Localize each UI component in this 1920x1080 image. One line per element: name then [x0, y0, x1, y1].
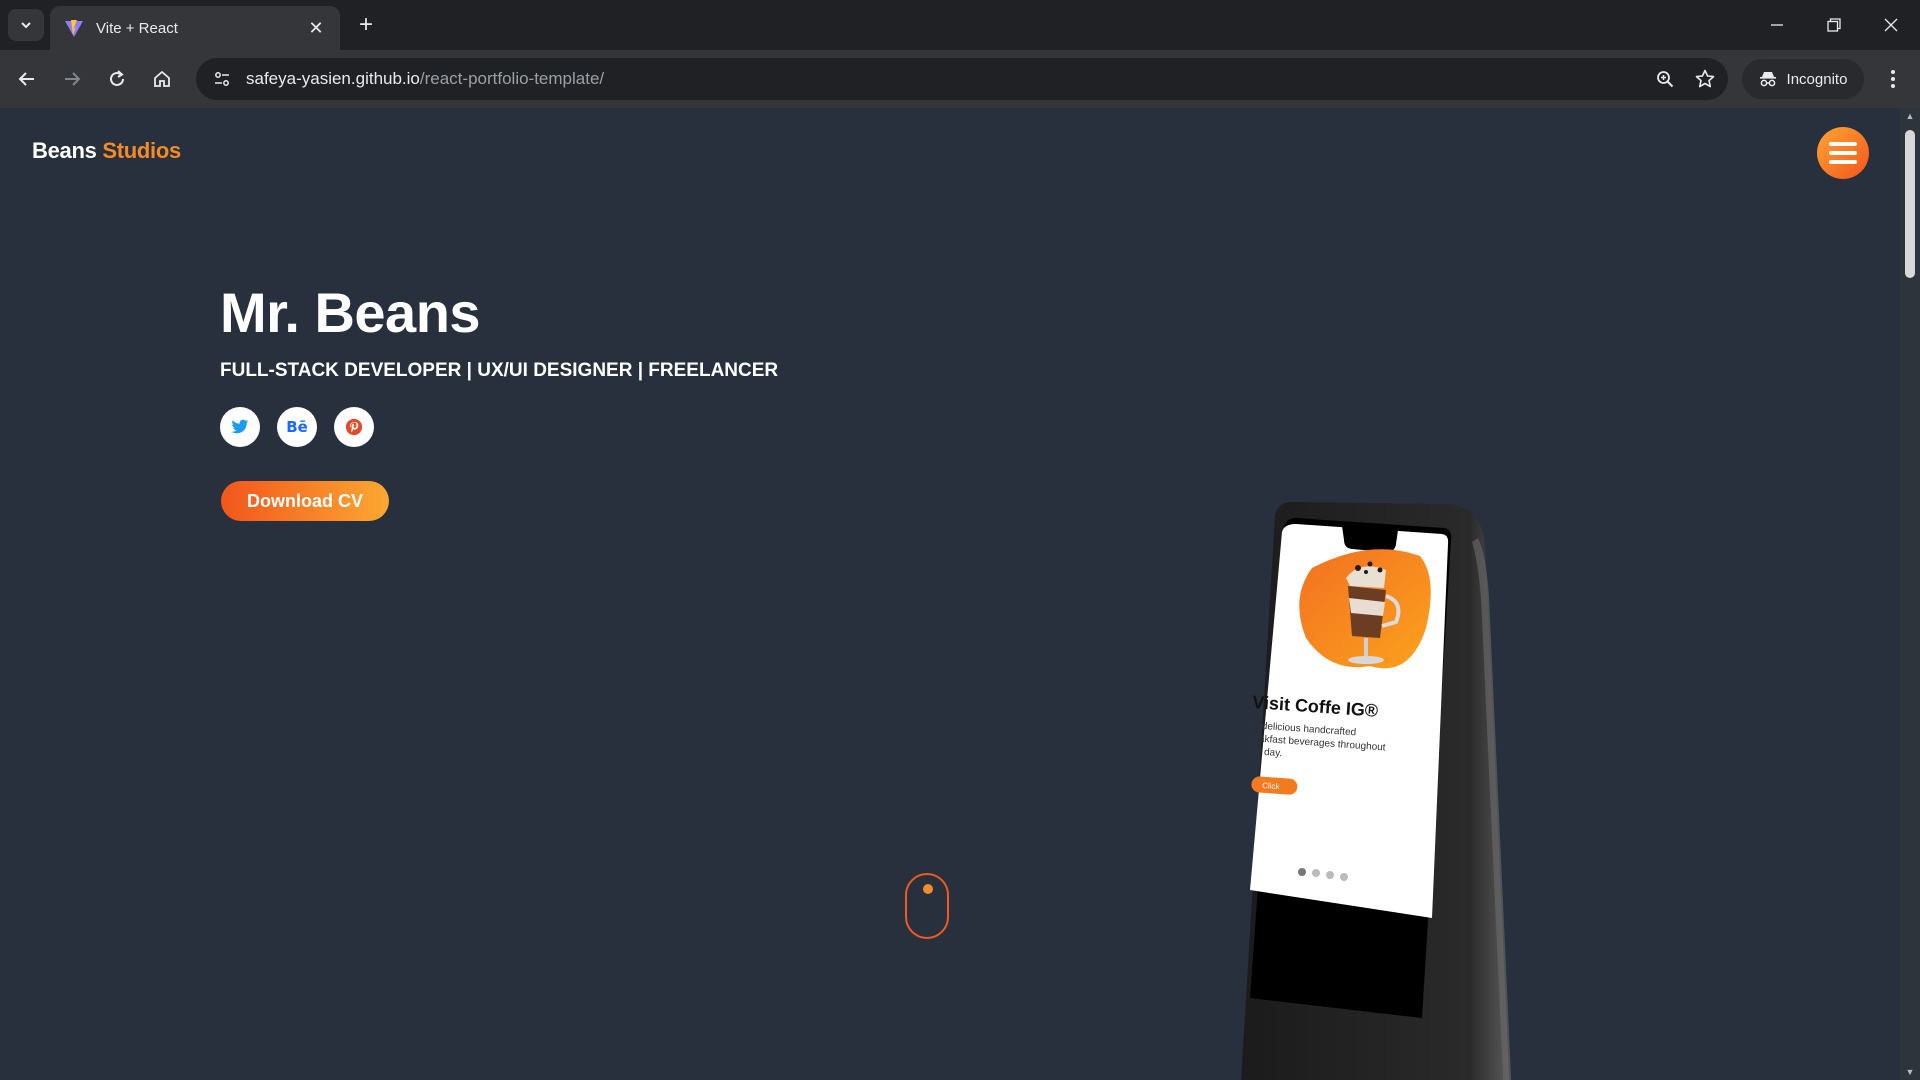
hero-name: Mr. Beans: [220, 281, 481, 344]
twitter-icon: [231, 419, 249, 434]
behance-link[interactable]: Bē: [277, 407, 317, 447]
close-icon[interactable]: ✕: [306, 18, 326, 39]
plus-icon[interactable]: +: [352, 11, 380, 39]
download-cv-button[interactable]: Download CV: [221, 481, 389, 521]
portfolio-page: Beans Studios Mr. Beans FULL-STACK DEVEL…: [0, 108, 1900, 1080]
url-text: safeya-yasien.github.io/react-portfolio-…: [246, 69, 1648, 89]
home-button[interactable]: [145, 62, 179, 96]
bookmark-star-icon[interactable]: [1688, 62, 1722, 96]
social-links: Bē: [220, 407, 374, 447]
browser-toolbar: safeya-yasien.github.io/react-portfolio-…: [0, 50, 1920, 108]
page-scrollbar[interactable]: ▲ ▼: [1900, 108, 1920, 1080]
brand-main: Beans: [32, 138, 97, 163]
scroll-up-icon[interactable]: ▲: [1904, 110, 1916, 122]
phone-mockup: Visit Coffe IG® or delicious handcrafted…: [1220, 498, 1520, 1080]
back-button[interactable]: [10, 62, 44, 96]
scrollbar-thumb[interactable]: [1905, 130, 1915, 278]
hamburger-icon[interactable]: [1817, 127, 1869, 179]
phone-button-text: Click: [1262, 781, 1281, 791]
zoom-icon[interactable]: [1648, 62, 1682, 96]
url-host: safeya-yasien.github.io: [246, 69, 420, 88]
brand-logo[interactable]: Beans Studios: [32, 138, 181, 164]
reload-icon: [110, 70, 124, 86]
scroll-mouse-icon[interactable]: [905, 873, 949, 939]
forward-button[interactable]: [55, 62, 89, 96]
back-icon: [18, 72, 34, 86]
incognito-icon: [1759, 72, 1776, 87]
tab-search-button[interactable]: [8, 9, 44, 41]
pinterest-link[interactable]: [334, 407, 374, 447]
hero-subtitle: FULL-STACK DEVELOPER | UX/UI DESIGNER | …: [220, 360, 779, 381]
pinterest-icon: [345, 418, 363, 436]
phone-illustration: Visit Coffe IG® or delicious handcrafted…: [1241, 502, 1512, 1080]
incognito-profile-button[interactable]: Incognito: [1742, 59, 1864, 99]
tab-title: Vite + React: [96, 19, 178, 37]
more-vert-icon[interactable]: [1878, 62, 1908, 96]
site-info-icon[interactable]: [204, 63, 240, 95]
behance-icon: Bē: [286, 418, 308, 436]
browser-tab-bar: Vite + React ✕ +: [0, 0, 1920, 50]
vite-favicon-icon: [65, 20, 83, 37]
address-bar[interactable]: safeya-yasien.github.io/react-portfolio-…: [196, 58, 1728, 100]
phone-body-line-3: he day.: [1250, 746, 1283, 759]
active-tab[interactable]: Vite + React ✕: [50, 6, 340, 50]
home-icon: [154, 70, 170, 87]
minimize-icon[interactable]: [1748, 0, 1806, 50]
window-close-icon[interactable]: [1862, 0, 1920, 50]
scroll-indicator-dot: [923, 884, 933, 894]
forward-icon: [65, 72, 81, 86]
tab-search-icon: [21, 22, 31, 29]
brand-accent: Studios: [102, 138, 181, 163]
incognito-label: Incognito: [1786, 70, 1848, 88]
reload-button[interactable]: [100, 62, 134, 96]
restore-icon[interactable]: [1805, 0, 1863, 50]
url-path: /react-portfolio-template/: [419, 69, 605, 88]
scroll-down-icon[interactable]: ▼: [1904, 1066, 1916, 1078]
twitter-link[interactable]: [220, 407, 260, 447]
